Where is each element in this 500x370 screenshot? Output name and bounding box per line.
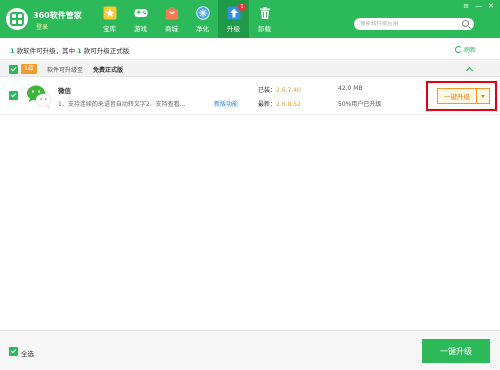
gamepad-icon: [134, 6, 148, 20]
tab-mall[interactable]: 商城: [156, 0, 187, 38]
refresh-label: 刷新: [463, 47, 476, 54]
tab-label: 卸载: [258, 25, 271, 33]
table-row: 微信 1、支持连续的来语音自动转文字2、支持查看... 新版功能 已装：2.6.…: [0, 77, 500, 115]
app-title: 360软件管家: [33, 11, 82, 20]
login-link[interactable]: 登录: [36, 22, 48, 31]
search-box: [354, 18, 474, 30]
latest-label: 最新：: [258, 101, 277, 108]
search-input[interactable]: [360, 21, 455, 27]
tab-upgrade[interactable]: 升级 1: [218, 0, 249, 38]
select-all-checkbox[interactable]: [9, 347, 18, 356]
star-icon: [103, 6, 117, 20]
upgrade-percentage: 50%用户已升级: [338, 101, 382, 108]
tab-label: 游戏: [134, 25, 147, 33]
group-checkbox[interactable]: [9, 65, 18, 74]
tab-games[interactable]: 游戏: [125, 0, 156, 38]
group-text-bold: 免费正式版: [93, 67, 124, 74]
trash-icon: [258, 6, 272, 20]
installed-version: 已装：2.6.7.40: [258, 85, 301, 94]
search-icon[interactable]: [462, 20, 469, 27]
footer-bar: 全选 一键升级: [0, 330, 500, 370]
upgrade-dropdown-button[interactable]: [477, 88, 490, 104]
wechat-icon: [26, 83, 52, 109]
summary-text-part: 款软件可升级，其中: [14, 47, 78, 55]
main-nav: 宝库 游戏 商城 净化 升级 1 卸载: [94, 0, 280, 38]
file-size: 42.0 MB: [338, 85, 363, 92]
summary-text-part: 款可升级正式版: [81, 47, 130, 55]
group-header: 1款 软件可升级至 免费正式版: [0, 61, 500, 77]
refresh-button[interactable]: 刷新: [454, 45, 476, 54]
app-name: 微信: [58, 87, 71, 95]
close-icon[interactable]: ✕: [488, 2, 494, 10]
window-controls: ≡ — ✕: [463, 2, 494, 10]
tab-uninstall[interactable]: 卸载: [249, 0, 280, 38]
installed-version-value: 2.6.7.40: [276, 87, 301, 94]
shopping-bag-icon: [165, 6, 179, 20]
row-checkbox[interactable]: [9, 91, 18, 100]
new-features-link[interactable]: 新版功能: [214, 99, 238, 108]
app-description: 1、支持连续的来语音自动转文字2、支持查看...: [58, 101, 186, 108]
upgrade-all-button[interactable]: 一键升级: [422, 339, 490, 363]
group-count-badge: 1款: [21, 64, 37, 74]
app-logo: [6, 8, 28, 30]
tab-label: 宝库: [103, 25, 116, 33]
tab-label: 商城: [165, 25, 178, 33]
installed-label: 已装：: [258, 87, 277, 94]
menu-icon[interactable]: ≡: [463, 2, 469, 10]
select-all-label: 全选: [21, 350, 34, 358]
latest-version: 最新：2.6.8.52: [258, 99, 301, 108]
tab-label: 升级: [227, 25, 240, 33]
group-text: 软件可升级至: [47, 67, 84, 74]
tab-treasury[interactable]: 宝库: [94, 0, 125, 38]
summary-bar: 1 款软件可升级，其中 1 款可升级正式版 刷新: [0, 38, 500, 60]
minimize-icon[interactable]: —: [475, 2, 482, 10]
latest-version-value: 2.6.8.52: [276, 101, 301, 108]
tab-label: 净化: [196, 25, 209, 33]
refresh-icon: [454, 46, 462, 53]
app-header: 360软件管家 登录 宝库 游戏 商城 净化 升级 1 卸载 ≡ — ✕ 搜索软…: [0, 0, 500, 38]
collapse-icon[interactable]: [466, 65, 474, 73]
shield-icon: [195, 6, 210, 20]
summary-text: 1 款软件可升级，其中 1 款可升级正式版: [10, 45, 129, 55]
tab-purify[interactable]: 净化: [187, 0, 218, 38]
one-click-upgrade-button[interactable]: 一键升级: [437, 88, 477, 104]
update-count-badge: 1: [238, 3, 246, 11]
